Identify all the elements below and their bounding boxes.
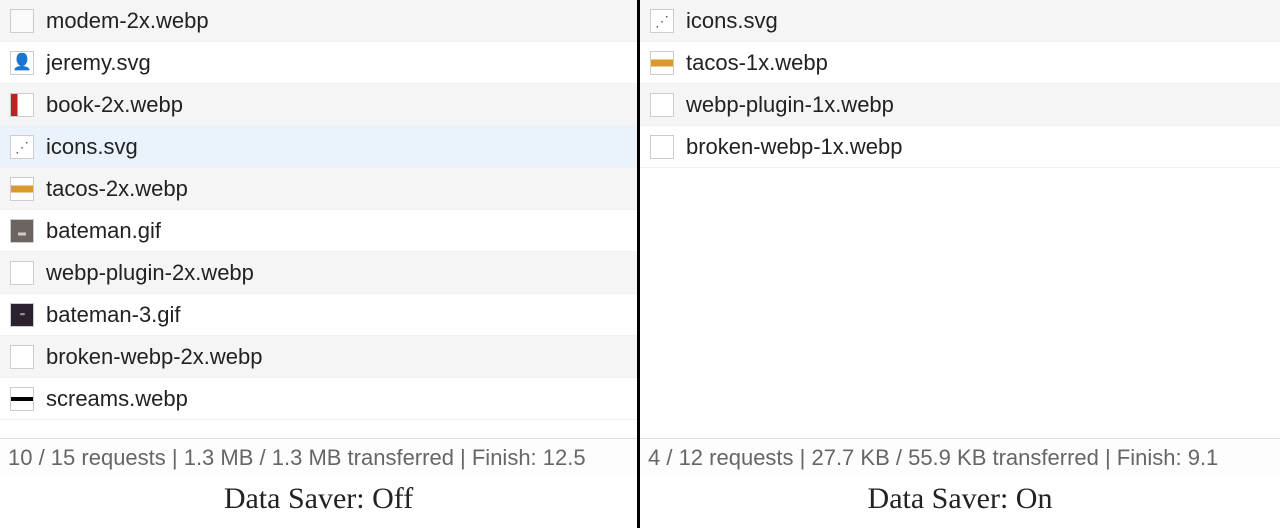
file-row[interactable]: bateman.gif [0,210,637,252]
file-thumbnail-icon [10,177,34,201]
file-name-label: book-2x.webp [46,92,183,118]
file-thumbnail-icon [650,9,674,33]
file-name-label: jeremy.svg [46,50,151,76]
file-thumbnail-icon [10,9,34,33]
file-row[interactable]: book-2x.webp [0,84,637,126]
file-thumbnail-icon [10,303,34,327]
file-thumbnail-icon [650,93,674,117]
panel-data-saver-on: icons.svg tacos-1x.webp webp-plugin-1x.web… [640,0,1280,528]
file-name-label: icons.svg [46,134,138,160]
file-row[interactable]: tacos-1x.webp [640,42,1280,84]
network-file-list-right[interactable]: icons.svg tacos-1x.webp webp-plugin-1x.web… [640,0,1280,168]
file-row[interactable]: jeremy.svg [0,42,637,84]
file-name-label: broken-webp-1x.webp [686,134,902,160]
file-row[interactable]: webp-plugin-1x.webp [640,84,1280,126]
file-name-label: webp-plugin-2x.webp [46,260,254,286]
file-row[interactable]: modem-2x.webp [0,0,637,42]
file-name-label: bateman-3.gif [46,302,181,328]
file-name-label: tacos-2x.webp [46,176,188,202]
network-file-list-left[interactable]: modem-2x.webp jeremy.svg book-2x.webp icons… [0,0,637,420]
file-row[interactable]: broken-webp-2x.webp [0,336,637,378]
file-row[interactable]: icons.svg [640,0,1280,42]
file-thumbnail-icon [10,93,34,117]
file-name-label: modem-2x.webp [46,8,209,34]
panel-data-saver-off: modem-2x.webp jeremy.svg book-2x.webp icons… [0,0,640,528]
file-thumbnail-icon [10,135,34,159]
file-name-label: bateman.gif [46,218,161,244]
caption-right: Data Saver: On [640,476,1280,528]
file-row[interactable]: screams.webp [0,378,637,420]
file-name-label: icons.svg [686,8,778,34]
file-thumbnail-icon [10,261,34,285]
file-name-label: broken-webp-2x.webp [46,344,262,370]
file-name-label: webp-plugin-1x.webp [686,92,894,118]
status-bar-right: 4 / 12 requests | 27.7 KB / 55.9 KB tran… [640,438,1280,476]
file-row[interactable]: bateman-3.gif [0,294,637,336]
file-thumbnail-icon [10,51,34,75]
file-row[interactable]: tacos-2x.webp [0,168,637,210]
file-row[interactable]: broken-webp-1x.webp [640,126,1280,168]
file-thumbnail-icon [10,219,34,243]
file-thumbnail-icon [10,387,34,411]
file-row[interactable]: icons.svg [0,126,637,168]
caption-left: Data Saver: Off [0,476,637,528]
file-thumbnail-icon [10,345,34,369]
status-bar-left: 10 / 15 requests | 1.3 MB / 1.3 MB trans… [0,438,637,476]
file-row[interactable]: webp-plugin-2x.webp [0,252,637,294]
file-name-label: tacos-1x.webp [686,50,828,76]
file-thumbnail-icon [650,135,674,159]
file-thumbnail-icon [650,51,674,75]
file-name-label: screams.webp [46,386,188,412]
